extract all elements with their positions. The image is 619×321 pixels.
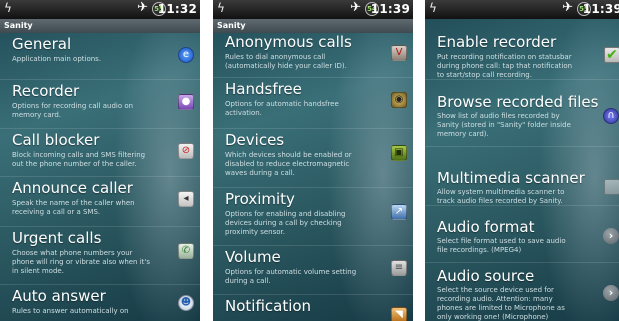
item-subtitle: Choose what phone numbers your phone wil… (12, 249, 150, 275)
item-subtitle: Options for enabling and disabling devic… (225, 210, 346, 236)
status-time: 11:39 (582, 2, 619, 16)
item-subtitle: Options for automatic volume setting dur… (225, 268, 357, 285)
recorder-settings-list: Enable recorder Put recording notificati… (425, 19, 619, 321)
usb-charging-icon: ϟ (4, 1, 12, 15)
item-title: Proximity (225, 190, 295, 208)
chevron-right-icon: › (603, 285, 619, 301)
chevron-right-icon: › (603, 228, 619, 244)
item-title: Notification (225, 297, 312, 315)
item-title: Enable recorder (437, 33, 557, 51)
anonymous-icon: V (391, 45, 407, 61)
item-subtitle: Speak the name of the caller when receiv… (12, 199, 135, 216)
setting-audio-format[interactable]: Audio format Select file format used to … (425, 206, 619, 263)
item-title: Audio source (437, 267, 535, 285)
airplane-mode-icon: ✈ (137, 0, 148, 15)
notification-icon: ◥ (391, 307, 407, 321)
setting-audio-source[interactable]: Audio source Select the source device us… (425, 263, 619, 321)
menu-item-call-blocker[interactable]: Call blocker Block incoming calls and SM… (0, 129, 200, 177)
item-title: Announce caller (12, 179, 133, 197)
item-title: Recorder (12, 82, 80, 100)
block-icon: ⊘ (178, 143, 194, 159)
item-subtitle: Show list of audio files recorded by San… (437, 112, 571, 138)
menu-item-urgent-calls[interactable]: Urgent calls Choose what phone numbers y… (0, 227, 200, 285)
status-bar: ϟ ✈ 55 11:39 (425, 0, 619, 19)
menu-item-devices[interactable]: Devices Which devices should be enabled … (213, 129, 413, 188)
menu-item-handsfree[interactable]: Handsfree Options for automatic handsfre… (213, 78, 413, 129)
item-title: Handsfree (225, 80, 302, 98)
item-subtitle: Select the source device used for record… (437, 286, 565, 321)
item-title: Anonymous calls (225, 33, 352, 51)
globe-icon: e (178, 47, 194, 63)
item-subtitle: Application main options. (12, 55, 102, 63)
menu-item-notification[interactable]: Notification ◥ (213, 295, 413, 321)
status-time: 11:32 (157, 2, 197, 16)
phone-screen-menu-scrolled: ϟ ✈ 54 11:39 Sanity Anonymous calls Rule… (213, 0, 413, 321)
setting-browse-recorded-files[interactable]: Browse recorded files Show list of audio… (425, 80, 619, 147)
item-title: Multimedia scanner (437, 169, 585, 187)
status-bar: ϟ ✈ 54 11:39 (213, 0, 413, 19)
item-subtitle: Put recording notification on statusbar … (437, 53, 573, 79)
usb-charging-icon: ϟ (429, 1, 437, 15)
app-title: Sanity (0, 19, 200, 33)
status-bar: ϟ ✈ 55 11:32 (0, 0, 200, 19)
volume-icon: ≡ (391, 260, 407, 276)
app-title: Sanity (213, 19, 413, 33)
item-title: Browse recorded files (437, 93, 599, 111)
proximity-icon: ↗ (391, 204, 407, 220)
menu-item-recorder[interactable]: Recorder Options for recording call audi… (0, 80, 200, 129)
menu-item-volume[interactable]: Volume Options for automatic volume sett… (213, 246, 413, 295)
item-subtitle: Select file format used to save audio fi… (437, 237, 566, 254)
settings-list: Anonymous calls Rules to dial anonymous … (213, 33, 413, 321)
item-title: Audio format (437, 218, 535, 236)
devices-icon: ▣ (391, 145, 407, 161)
speaker-icon: ◂ (178, 191, 194, 207)
microphone-icon: ● (178, 94, 194, 110)
phone-screen-recorder-settings: ϟ ✈ 55 11:39 Enable recorder Put recordi… (425, 0, 619, 321)
item-title: General (12, 35, 72, 53)
airplane-mode-icon: ✈ (562, 0, 573, 15)
item-title: Call blocker (12, 131, 100, 149)
item-subtitle: Block incoming calls and SMS filtering o… (12, 151, 146, 168)
item-subtitle: Allow system multimedia scanner to track… (437, 188, 565, 205)
usb-charging-icon: ϟ (217, 1, 225, 15)
auto-answer-icon: ☻ (178, 295, 194, 311)
item-title: Volume (225, 248, 281, 266)
item-subtitle: Options for automatic handsfree activati… (225, 100, 339, 117)
item-subtitle: Rules to dial anonymous call (automatica… (225, 53, 347, 70)
menu-item-anonymous-calls[interactable]: Anonymous calls Rules to dial anonymous … (213, 33, 413, 78)
item-title: Urgent calls (12, 229, 102, 247)
menu-item-proximity[interactable]: Proximity Options for enabling and disab… (213, 188, 413, 246)
item-subtitle: Rules to answer automatically on (12, 307, 129, 315)
setting-enable-recorder[interactable]: Enable recorder Put recording notificati… (425, 19, 619, 80)
item-title: Devices (225, 131, 285, 149)
settings-list: General Application main options. e Reco… (0, 33, 200, 321)
item-title: Auto answer (12, 287, 106, 305)
phone-screen-main-menu: ϟ ✈ 55 11:32 Sanity General Application … (0, 0, 200, 321)
multimedia-scanner-checkbox[interactable]: ✔ (604, 179, 619, 195)
menu-item-general[interactable]: General Application main options. e (0, 33, 200, 80)
setting-multimedia-scanner[interactable]: Multimedia scanner Allow system multimed… (425, 147, 619, 206)
phone-icon: ✆ (178, 243, 194, 259)
airplane-mode-icon: ✈ (350, 0, 361, 15)
menu-item-announce-caller[interactable]: Announce caller Speak the name of the ca… (0, 177, 200, 227)
menu-item-auto-answer[interactable]: Auto answer Rules to answer automaticall… (0, 285, 200, 321)
handsfree-icon: ◉ (391, 92, 407, 108)
status-time: 11:39 (370, 2, 410, 16)
headphones-icon: ∩ (603, 108, 619, 124)
enable-recorder-checkbox[interactable]: ✔ (604, 47, 619, 63)
item-subtitle: Which devices should be enabled or disab… (225, 151, 352, 177)
item-subtitle: Options for recording call audio on memo… (12, 102, 134, 119)
